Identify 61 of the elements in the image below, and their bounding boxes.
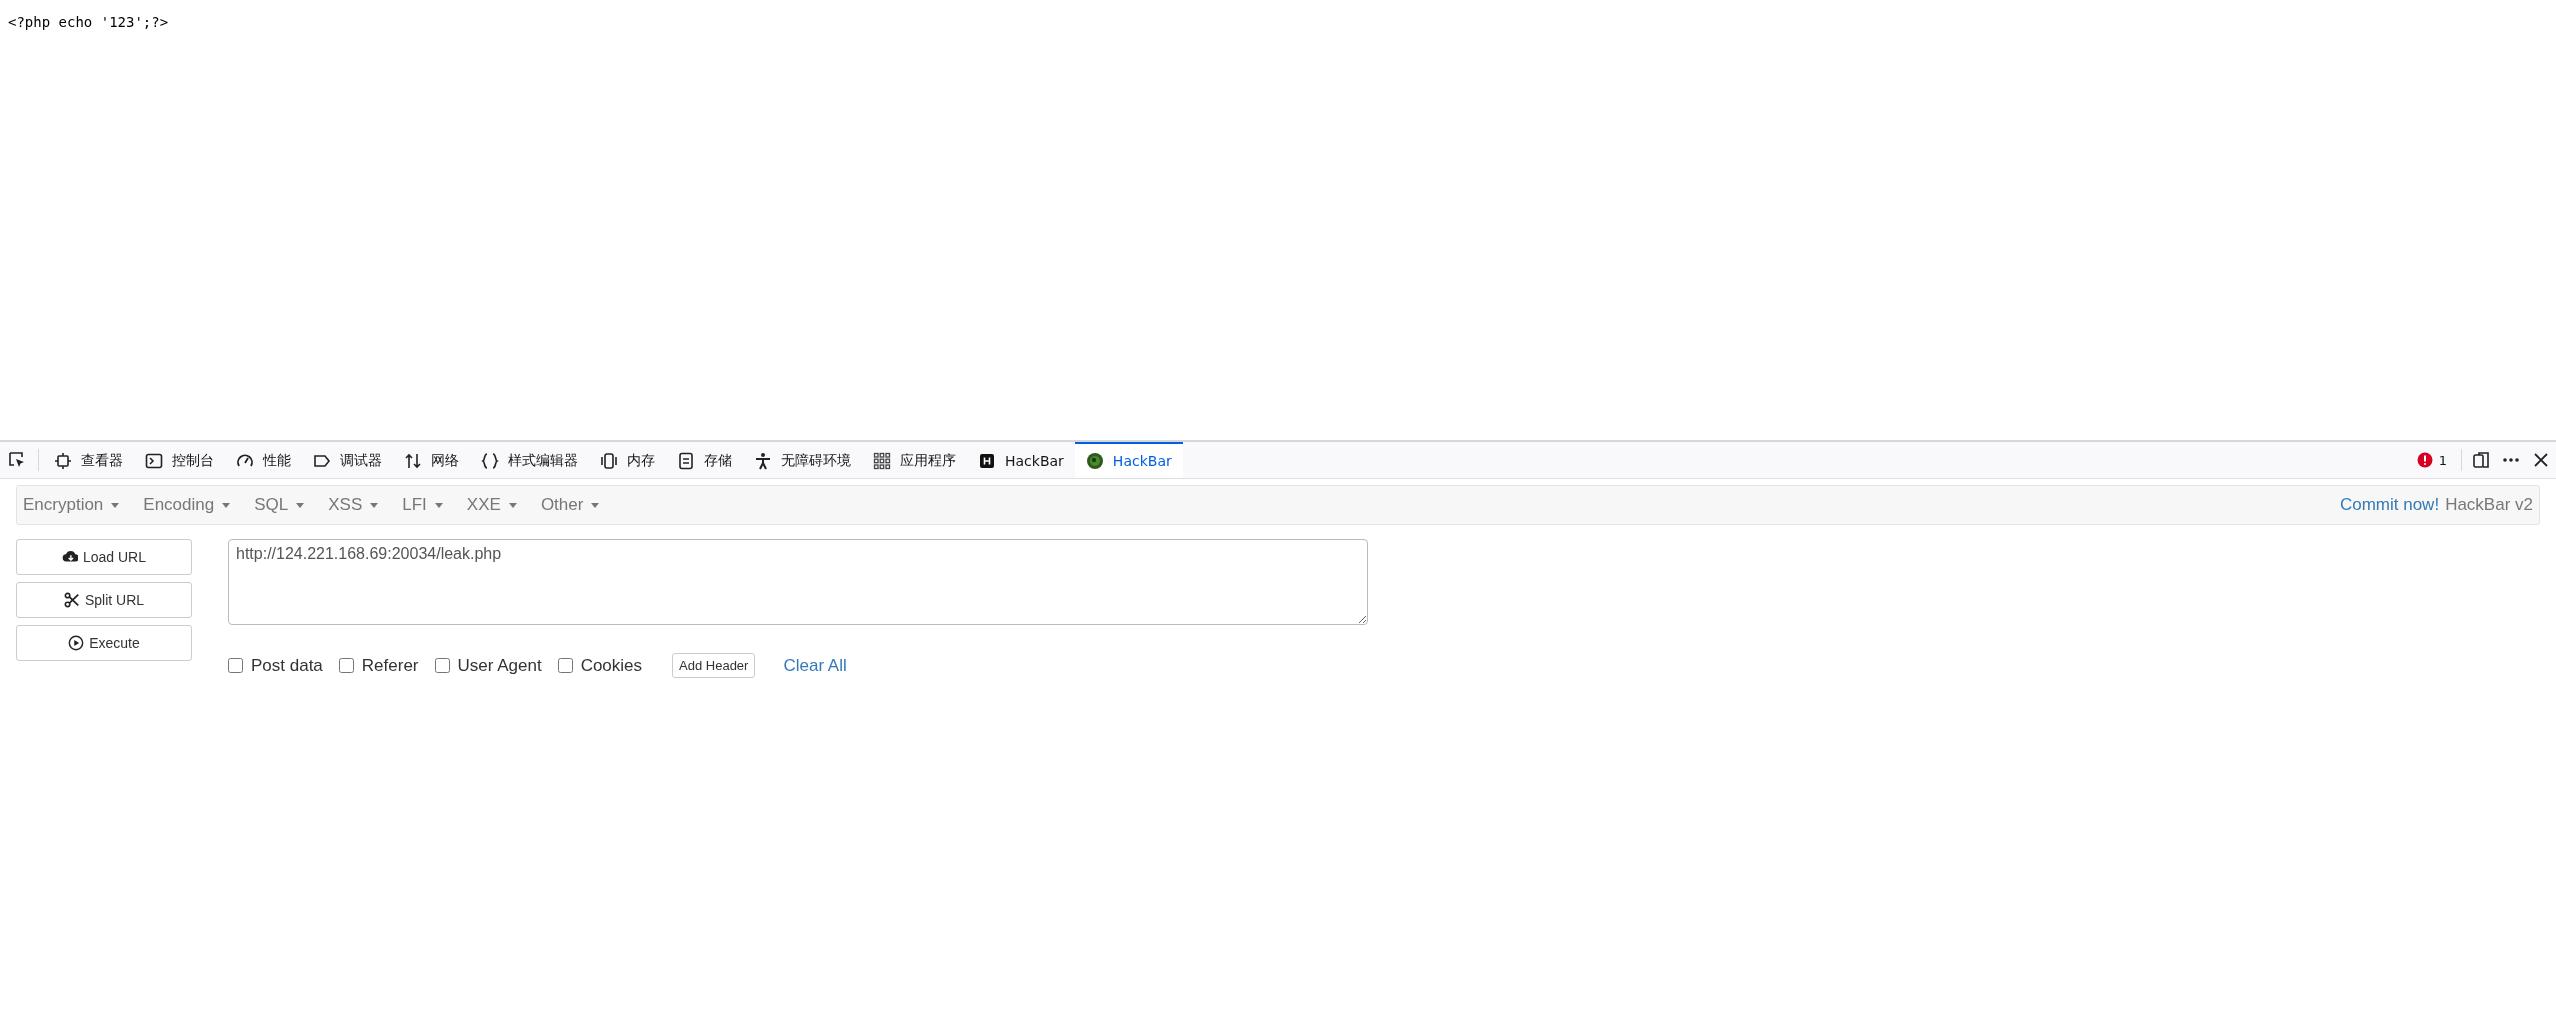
- close-icon[interactable]: [2532, 451, 2550, 469]
- menu-dropdown[interactable]: Other: [540, 495, 610, 515]
- error-count[interactable]: 1: [2406, 442, 2457, 478]
- add-header-button[interactable]: Add Header: [672, 653, 756, 678]
- play-icon: [68, 635, 85, 651]
- caret-icon: [370, 502, 379, 508]
- option-label: Cookies: [580, 655, 643, 676]
- commit-link[interactable]: Commit now!: [2339, 495, 2440, 515]
- caret-icon: [434, 502, 443, 508]
- option-label: Referer: [361, 655, 419, 676]
- clear-all-link[interactable]: Clear All: [783, 655, 847, 676]
- option-checkbox[interactable]: [338, 658, 354, 673]
- action-button[interactable]: Execute: [16, 625, 192, 661]
- storage-icon: [677, 452, 695, 470]
- devtools-tab[interactable]: HackBar: [1074, 442, 1183, 478]
- debugger-icon: [313, 452, 331, 470]
- page-source-text: <?php echo '123';?>: [7, 13, 170, 32]
- devtools-tab[interactable]: 样式编辑器: [470, 442, 589, 478]
- option-checkbox[interactable]: [434, 658, 450, 673]
- devtools-tab[interactable]: 应用程序: [862, 442, 967, 478]
- menu-dropdown[interactable]: LFI: [402, 495, 453, 515]
- logo-icon: [1085, 452, 1104, 470]
- error-icon: [2416, 452, 2433, 468]
- option-label: Post data: [251, 655, 323, 676]
- devtools-tab[interactable]: 存储: [666, 442, 743, 478]
- version-label: HackBar v2: [2445, 495, 2533, 515]
- option-checkbox[interactable]: [228, 658, 243, 673]
- devtools-tab[interactable]: 控制台: [134, 442, 225, 478]
- action-button[interactable]: Load URL: [16, 539, 192, 575]
- menu-dropdown[interactable]: XSS: [328, 495, 389, 515]
- element-picker-icon[interactable]: [8, 451, 26, 469]
- scissors-icon: [63, 592, 80, 608]
- devtools-tab[interactable]: 性能: [225, 442, 302, 478]
- menu-dropdown[interactable]: XXE: [466, 495, 527, 515]
- logo-icon: [978, 452, 996, 470]
- console-icon: [145, 452, 163, 470]
- arrows-icon: [404, 452, 422, 470]
- devtools-tab[interactable]: HackBar: [967, 442, 1075, 478]
- caret-icon: [591, 502, 600, 508]
- devtools-tab[interactable]: 查看器: [43, 442, 134, 478]
- menu-dropdown[interactable]: Encoding: [143, 495, 241, 515]
- url-field[interactable]: http://124.221.168.69:20034/leak.php: [228, 539, 1368, 625]
- chip-icon: [600, 452, 618, 470]
- inspector-icon: [54, 452, 72, 470]
- menu-dropdown[interactable]: Encryption: [23, 495, 130, 515]
- braces-icon: [481, 452, 499, 470]
- caret-icon: [508, 502, 517, 508]
- devtools-tab[interactable]: 网络: [393, 442, 470, 478]
- menu-dropdown[interactable]: SQL: [254, 495, 315, 515]
- devtools-tab[interactable]: 调试器: [302, 442, 393, 478]
- devtools-tab[interactable]: 无障碍环境: [743, 442, 862, 478]
- dock-icon[interactable]: [2472, 451, 2490, 469]
- option-checkbox[interactable]: [557, 658, 573, 673]
- caret-icon: [222, 502, 231, 508]
- grid-icon: [873, 452, 891, 470]
- option-label: User Agent: [457, 655, 542, 676]
- action-button[interactable]: Split URL: [16, 582, 192, 618]
- caret-icon: [111, 502, 120, 508]
- devtools-tab[interactable]: 内存: [589, 442, 666, 478]
- accessibility-icon: [754, 452, 772, 470]
- caret-icon: [296, 502, 305, 508]
